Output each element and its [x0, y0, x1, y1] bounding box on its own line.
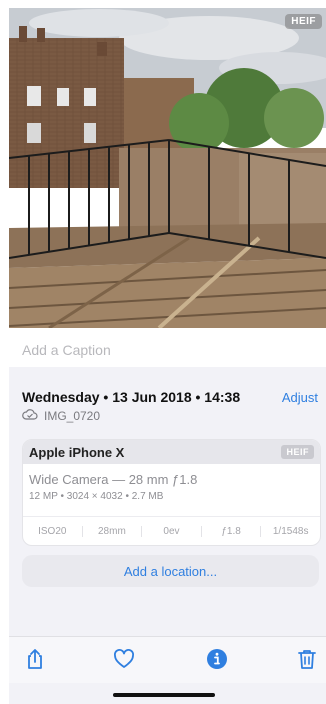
heart-icon[interactable] — [112, 647, 136, 671]
bottom-toolbar — [9, 636, 326, 683]
image-specs: 12 MP • 3024 × 4032 • 2.7 MB — [29, 491, 164, 502]
device-name: Apple iPhone X — [29, 444, 125, 460]
exif-row: ISO20 28mm 0ev ƒ1.8 1/1548s — [23, 516, 320, 545]
date-row: Wednesday • 13 Jun 2018 • 14:38 Adjust — [22, 388, 318, 406]
capture-date: Wednesday • 13 Jun 2018 • 14:38 — [22, 389, 241, 405]
photo[interactable]: HEIF — [9, 8, 326, 328]
format-badge: HEIF — [285, 14, 322, 29]
exif-exposure: 0ev — [142, 525, 202, 537]
cloud-check-icon — [22, 408, 38, 423]
lens-info: Wide Camera — 28 mm ƒ1.8 — [29, 472, 198, 487]
device-format-badge: HEIF — [281, 445, 314, 459]
file-name: IMG_0720 — [44, 408, 101, 423]
add-location-button[interactable]: Add a location... — [22, 555, 319, 587]
adjust-button[interactable]: Adjust — [282, 390, 318, 405]
device-card-header: Apple iPhone X HEIF — [23, 440, 320, 464]
device-card: Apple iPhone X HEIF Wide Camera — 28 mm … — [22, 439, 321, 546]
exif-aperture: ƒ1.8 — [202, 525, 262, 537]
exif-iso: ISO20 — [23, 525, 83, 537]
info-icon[interactable] — [205, 647, 229, 671]
home-indicator[interactable] — [113, 693, 215, 697]
exif-focal-length: 28mm — [83, 525, 143, 537]
trash-icon[interactable] — [295, 647, 319, 671]
exif-shutter: 1/1548s — [272, 525, 309, 537]
share-icon[interactable] — [23, 647, 47, 671]
photo-image — [9, 8, 326, 328]
file-row: IMG_0720 — [22, 408, 100, 423]
caption-field[interactable]: Add a Caption — [22, 342, 111, 358]
